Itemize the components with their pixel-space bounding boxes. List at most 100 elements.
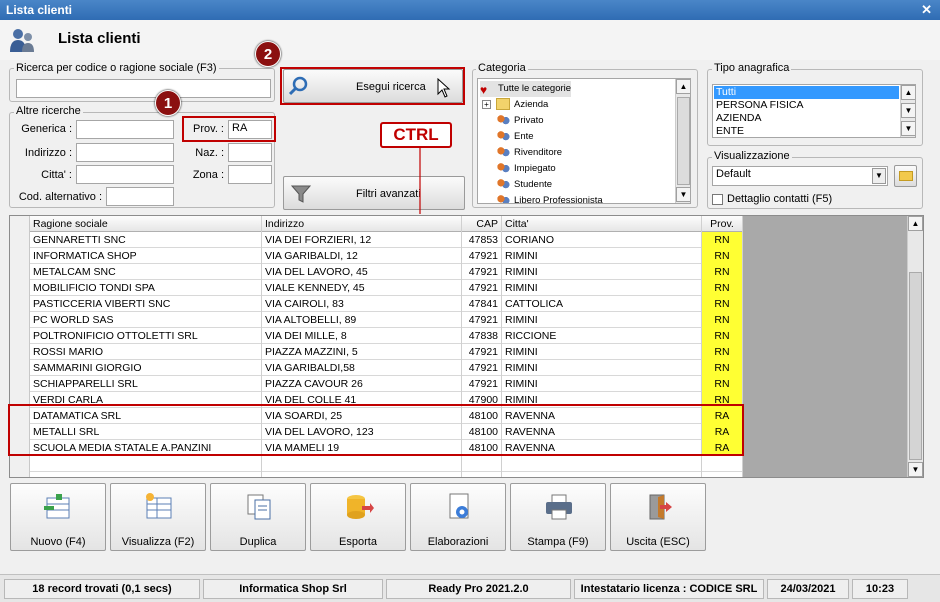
view-button-label: Visualizza (F2) xyxy=(121,536,195,548)
cell-prov: RN xyxy=(702,248,743,264)
dettaglio-contatti-checkbox[interactable] xyxy=(712,194,723,205)
row-selector[interactable] xyxy=(10,312,30,328)
category-item[interactable]: ♥ Tutte le categorie xyxy=(480,81,572,97)
export-button[interactable]: Esporta xyxy=(310,483,406,551)
cell-ragione-sociale: SCHIAPPARELLI SRL xyxy=(30,376,262,392)
table-row[interactable]: POLTRONIFICIO OTTOLETTI SRL VIA DEI MILLE… xyxy=(10,328,743,344)
cell-cap: 47921 xyxy=(462,312,502,328)
row-selector[interactable] xyxy=(10,248,30,264)
scroll-up-icon[interactable]: ▲ xyxy=(908,216,923,231)
category-item[interactable]: Rivenditore xyxy=(496,145,562,161)
column-header-ragione-sociale[interactable]: Ragione sociale xyxy=(30,216,262,232)
users-icon xyxy=(496,146,510,159)
table-row[interactable]: INFORMATICA SHOP VIA GARIBALDI, 12 47921 RI… xyxy=(10,248,743,264)
cell-cap: 47921 xyxy=(462,360,502,376)
window-title: Lista clienti xyxy=(6,3,73,17)
close-icon[interactable]: ✕ xyxy=(921,2,932,18)
row-selector[interactable] xyxy=(10,472,30,477)
column-header-citta[interactable]: Citta' xyxy=(502,216,702,232)
tipo-scrollbar[interactable]: ▲ ▼ ▼ xyxy=(900,85,915,137)
naz-input[interactable] xyxy=(228,143,272,162)
cell-citta: RIMINI xyxy=(502,280,702,296)
generica-input[interactable] xyxy=(76,120,174,139)
row-selector[interactable] xyxy=(10,344,30,360)
cell-citta: RIMINI xyxy=(502,312,702,328)
status-app-version: Ready Pro 2021.2.0 xyxy=(386,579,571,599)
zona-input[interactable] xyxy=(228,165,272,184)
row-selector[interactable] xyxy=(10,296,30,312)
categoria-tree[interactable]: ♥ Tutte le categorie + Azienda Privato En… xyxy=(477,78,691,204)
scroll-down-icon[interactable]: ▼ xyxy=(676,187,690,202)
cell-cap: 47921 xyxy=(462,248,502,264)
cell-cap: 47841 xyxy=(462,296,502,312)
row-selector[interactable] xyxy=(10,376,30,392)
row-selector[interactable] xyxy=(10,360,30,376)
table-row[interactable]: ROSSI MARIO PIAZZA MAZZINI, 5 47921 RIMINI R… xyxy=(10,344,743,360)
advanced-filters-button[interactable]: Filtri avanzati xyxy=(283,176,465,210)
column-header-prov[interactable]: Prov. xyxy=(702,216,743,232)
table-row[interactable]: PASTICCERIA VIBERTI SNC VIA CAIROLI, 83 47… xyxy=(10,296,743,312)
category-item[interactable]: Studente xyxy=(496,177,552,193)
cell-cap xyxy=(462,472,502,477)
table-row[interactable]: PC WORLD SAS VIA ALTOBELLI, 89 47921 RIMINI… xyxy=(10,312,743,328)
view-button[interactable]: Visualizza (F2) xyxy=(110,483,206,551)
search-legend: Ricerca per codice o ragione sociale (F3… xyxy=(14,62,219,74)
tipo-item-selected[interactable]: Tutti xyxy=(714,86,899,99)
cell-citta: RIMINI xyxy=(502,360,702,376)
category-item[interactable]: Azienda xyxy=(496,97,548,113)
processing-button[interactable]: Elaborazioni xyxy=(410,483,506,551)
category-item[interactable]: Ente xyxy=(496,129,534,145)
table-row[interactable]: SAMMARINI GIORGIO VIA GARIBALDI,58 47921 RI… xyxy=(10,360,743,376)
scroll-down-icon[interactable]: ▼ xyxy=(901,121,915,136)
column-header-cap[interactable]: CAP xyxy=(462,216,502,232)
row-selector[interactable] xyxy=(10,328,30,344)
tipo-list[interactable]: Tutti PERSONA FISICA AZIENDA ENTE ▲ ▼ ▼ xyxy=(712,84,916,138)
cell-prov: RN xyxy=(702,264,743,280)
table-row[interactable] xyxy=(10,472,743,477)
folder-icon xyxy=(899,171,913,181)
exit-button[interactable]: Uscita (ESC) xyxy=(610,483,706,551)
categoria-scrollbar[interactable]: ▲ ▼ xyxy=(675,79,690,203)
search-input[interactable] xyxy=(16,79,271,98)
column-header-indirizzo[interactable]: Indirizzo xyxy=(262,216,462,232)
table-row[interactable]: SCHIAPPARELLI SRL PIAZZA CAVOUR 26 47921 RI… xyxy=(10,376,743,392)
scroll-thumb[interactable] xyxy=(677,97,690,185)
cell-citta: RIMINI xyxy=(502,376,702,392)
print-button[interactable]: Stampa (F9) xyxy=(510,483,606,551)
cell-indirizzo: VIA DEL LAVORO, 45 xyxy=(262,264,462,280)
tipo-item[interactable]: AZIENDA xyxy=(716,112,762,124)
row-selector[interactable] xyxy=(10,280,30,296)
citta-input[interactable] xyxy=(76,165,174,184)
tipo-item[interactable]: PERSONA FISICA xyxy=(716,99,804,111)
indirizzo-input[interactable] xyxy=(76,143,174,162)
new-button[interactable]: Nuovo (F4) xyxy=(10,483,106,551)
visualizzazione-select[interactable]: Default ▼ xyxy=(712,166,888,186)
advanced-filters-label: Filtri avanzati xyxy=(356,188,421,200)
row-selector[interactable] xyxy=(10,456,30,472)
table-row[interactable]: METALCAM SNC VIA DEL LAVORO, 45 47921 RIMIN… xyxy=(10,264,743,280)
table-row[interactable] xyxy=(10,456,743,472)
scroll-down-icon[interactable]: ▼ xyxy=(908,462,923,477)
table-row[interactable]: MOBILIFICIO TONDI SPA VIALE KENNEDY, 45 47… xyxy=(10,280,743,296)
cell-indirizzo: VIA GARIBALDI,58 xyxy=(262,360,462,376)
window-titlebar: Lista clienti ✕ xyxy=(0,0,940,20)
scroll-mid-icon[interactable]: ▼ xyxy=(901,103,915,118)
expand-icon[interactable]: + xyxy=(482,100,491,109)
open-folder-button[interactable] xyxy=(894,165,917,187)
duplicate-button[interactable]: Duplica xyxy=(210,483,306,551)
status-time: 10:23 xyxy=(852,579,908,599)
category-item[interactable]: Impiegato xyxy=(496,161,556,177)
row-selector[interactable] xyxy=(10,232,30,248)
table-row[interactable]: GENNARETTI SNC VIA DEI FORZIERI, 12 47853 C… xyxy=(10,232,743,248)
category-item[interactable]: Libero Professionista xyxy=(496,193,603,203)
row-selector[interactable] xyxy=(10,264,30,280)
cod-alternativo-input[interactable] xyxy=(106,187,174,206)
chevron-down-icon[interactable]: ▼ xyxy=(872,168,886,184)
scroll-thumb[interactable] xyxy=(909,272,922,460)
category-item[interactable]: Privato xyxy=(496,113,544,129)
row-selector-header xyxy=(10,216,30,232)
table-scrollbar[interactable]: ▲ ▼ xyxy=(907,216,923,477)
tipo-item[interactable]: ENTE xyxy=(716,125,744,137)
scroll-up-icon[interactable]: ▲ xyxy=(676,79,690,94)
scroll-up-icon[interactable]: ▲ xyxy=(901,85,915,100)
